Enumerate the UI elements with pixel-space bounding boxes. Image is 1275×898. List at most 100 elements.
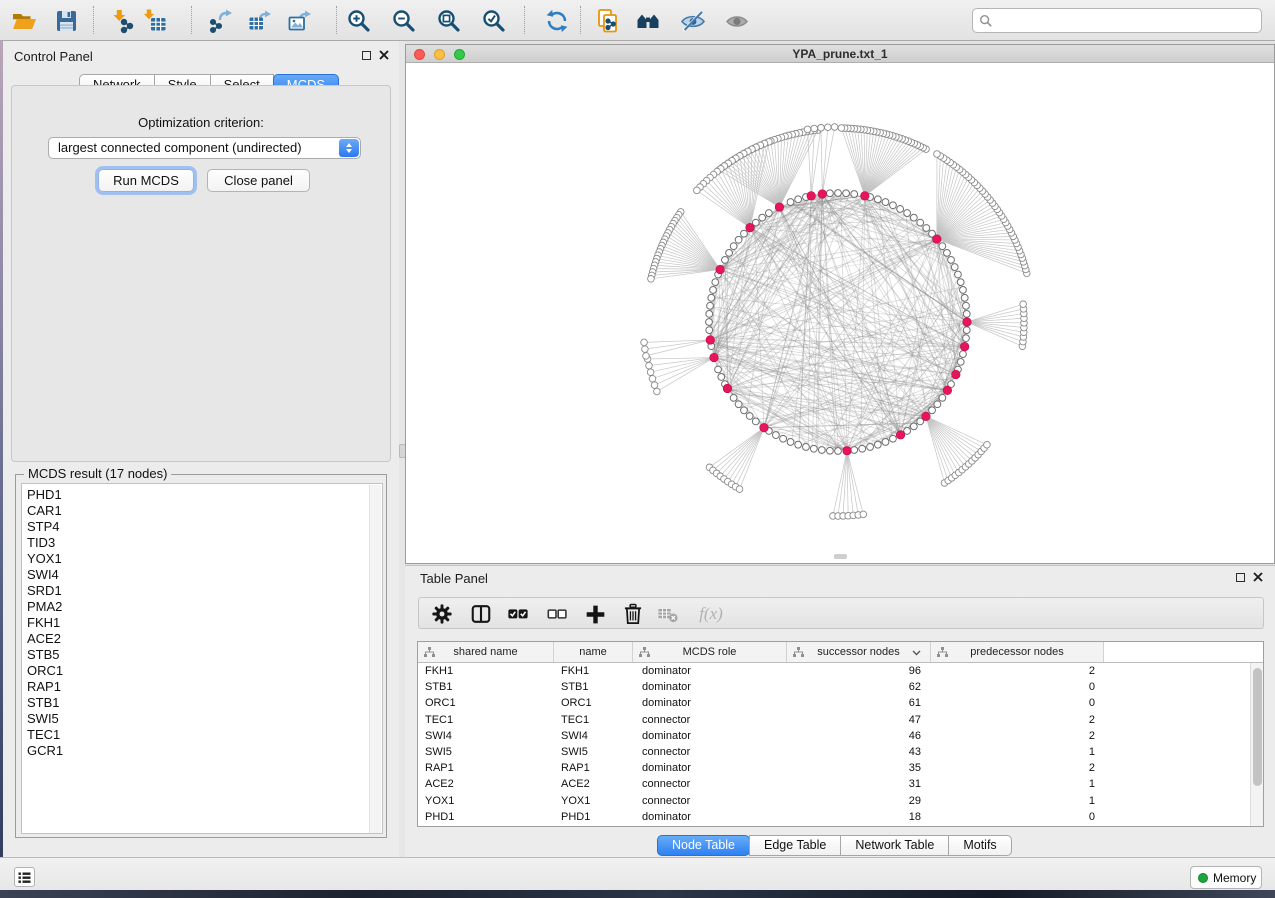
mcds-result-item[interactable]: YOX1 bbox=[27, 551, 382, 567]
mcds-result-item[interactable]: CAR1 bbox=[27, 503, 382, 519]
new-network-from-selection-icon[interactable] bbox=[594, 7, 622, 35]
ring-node[interactable] bbox=[787, 199, 794, 206]
ring-node[interactable] bbox=[951, 264, 958, 271]
mcds-hub-node[interactable] bbox=[943, 386, 952, 395]
mcds-result-item[interactable]: SWI4 bbox=[27, 567, 382, 583]
show-columns-icon[interactable] bbox=[468, 601, 494, 627]
leaf-node[interactable] bbox=[934, 151, 941, 158]
ring-node[interactable] bbox=[867, 444, 874, 451]
select-all-rows-icon[interactable] bbox=[505, 601, 531, 627]
mcds-hub-node[interactable] bbox=[760, 423, 769, 432]
ring-node[interactable] bbox=[859, 445, 866, 452]
ring-node[interactable] bbox=[759, 214, 766, 221]
create-column-plus-icon[interactable] bbox=[582, 601, 608, 627]
ring-node[interactable] bbox=[904, 210, 911, 217]
ring-node[interactable] bbox=[795, 196, 802, 203]
tab-node-table[interactable]: Node Table bbox=[657, 835, 750, 856]
table-row[interactable]: TEC1TEC1connector472 bbox=[418, 712, 1263, 728]
hide-selected-icon[interactable] bbox=[679, 7, 707, 35]
close-panel-button[interactable]: Close panel bbox=[207, 169, 310, 192]
ring-node[interactable] bbox=[746, 413, 753, 420]
leaf-node[interactable] bbox=[804, 126, 811, 133]
mcds-hub-node[interactable] bbox=[922, 412, 931, 421]
mcds-hub-node[interactable] bbox=[933, 235, 942, 244]
ring-node[interactable] bbox=[735, 401, 742, 408]
ring-node[interactable] bbox=[963, 327, 970, 334]
mcds-hub-node[interactable] bbox=[861, 192, 870, 201]
ring-node[interactable] bbox=[948, 256, 955, 263]
table-row[interactable]: STB1STB1dominator620 bbox=[418, 679, 1263, 695]
leaf-node[interactable] bbox=[647, 369, 654, 376]
ring-node[interactable] bbox=[960, 351, 967, 358]
mcds-hub-node[interactable] bbox=[952, 370, 961, 379]
ring-node[interactable] bbox=[960, 287, 967, 294]
ring-node[interactable] bbox=[835, 448, 842, 455]
ring-node[interactable] bbox=[851, 447, 858, 454]
mcds-result-item[interactable]: TID3 bbox=[27, 535, 382, 551]
ring-node[interactable] bbox=[890, 435, 897, 442]
leaf-node[interactable] bbox=[641, 339, 648, 346]
mcds-hub-node[interactable] bbox=[706, 336, 715, 345]
mcds-result-item[interactable]: ACE2 bbox=[27, 631, 382, 647]
ring-node[interactable] bbox=[957, 279, 964, 286]
column-header-shared-name[interactable]: shared name bbox=[418, 642, 554, 662]
table-row[interactable]: SWI5SWI5connector431 bbox=[418, 744, 1263, 760]
table-row[interactable]: FKH1FKH1dominator962 bbox=[418, 663, 1263, 679]
leaf-node[interactable] bbox=[860, 511, 867, 518]
float-table-panel-icon[interactable] bbox=[1236, 573, 1245, 582]
mcds-result-item[interactable]: FKH1 bbox=[27, 615, 382, 631]
leaf-node[interactable] bbox=[818, 124, 825, 131]
ring-node[interactable] bbox=[722, 256, 729, 263]
ring-node[interactable] bbox=[890, 202, 897, 209]
search-field[interactable] bbox=[972, 8, 1262, 33]
leaf-node[interactable] bbox=[824, 124, 831, 131]
search-network-icon[interactable] bbox=[634, 7, 662, 35]
mcds-hub-node[interactable] bbox=[775, 203, 784, 212]
ring-node[interactable] bbox=[957, 358, 964, 365]
refresh-icon[interactable] bbox=[543, 7, 571, 35]
ring-node[interactable] bbox=[955, 271, 962, 278]
ring-node[interactable] bbox=[787, 439, 794, 446]
memory-button[interactable]: Memory bbox=[1190, 866, 1262, 889]
tab-network-table[interactable]: Network Table bbox=[840, 835, 949, 856]
leaf-node[interactable] bbox=[1020, 301, 1027, 308]
task-history-button[interactable] bbox=[14, 867, 35, 887]
mcds-result-item[interactable]: STB1 bbox=[27, 695, 382, 711]
mcds-list-scrollbar[interactable] bbox=[369, 485, 381, 834]
deselect-all-rows-icon[interactable] bbox=[544, 601, 570, 627]
table-row[interactable]: PHD1PHD1dominator180 bbox=[418, 809, 1263, 825]
ring-node[interactable] bbox=[961, 294, 968, 301]
maximize-window-icon[interactable] bbox=[454, 49, 465, 60]
ring-node[interactable] bbox=[835, 190, 842, 197]
leaf-node[interactable] bbox=[811, 125, 818, 132]
table-settings-gear-icon[interactable] bbox=[429, 601, 455, 627]
ring-node[interactable] bbox=[917, 219, 924, 226]
run-mcds-button[interactable]: Run MCDS bbox=[98, 169, 194, 192]
network-window-titlebar[interactable]: YPA_prune.txt_1 bbox=[406, 45, 1274, 63]
column-header-name[interactable]: name bbox=[554, 642, 633, 662]
mcds-result-item[interactable]: TEC1 bbox=[27, 727, 382, 743]
leaf-node[interactable] bbox=[694, 187, 701, 194]
ring-node[interactable] bbox=[923, 225, 930, 232]
close-table-panel-icon[interactable] bbox=[1253, 572, 1263, 582]
ring-node[interactable] bbox=[741, 407, 748, 414]
ring-node[interactable] bbox=[882, 439, 889, 446]
mcds-hub-node[interactable] bbox=[807, 192, 816, 201]
open-file-icon[interactable] bbox=[10, 7, 38, 35]
mcds-hub-node[interactable] bbox=[843, 446, 852, 455]
ring-node[interactable] bbox=[818, 447, 825, 454]
mcds-hub-node[interactable] bbox=[963, 318, 972, 327]
leaf-node[interactable] bbox=[831, 124, 838, 131]
table-scrollbar[interactable] bbox=[1250, 663, 1263, 826]
ring-node[interactable] bbox=[874, 441, 881, 448]
ring-node[interactable] bbox=[803, 444, 810, 451]
export-image-icon[interactable] bbox=[286, 7, 314, 35]
ring-node[interactable] bbox=[843, 190, 850, 197]
ring-node[interactable] bbox=[706, 311, 713, 318]
ring-node[interactable] bbox=[715, 366, 722, 373]
ring-node[interactable] bbox=[827, 190, 834, 197]
leaf-node[interactable] bbox=[642, 346, 649, 353]
export-table-icon[interactable] bbox=[246, 7, 274, 35]
ring-node[interactable] bbox=[874, 196, 881, 203]
mcds-hub-node[interactable] bbox=[818, 190, 827, 199]
